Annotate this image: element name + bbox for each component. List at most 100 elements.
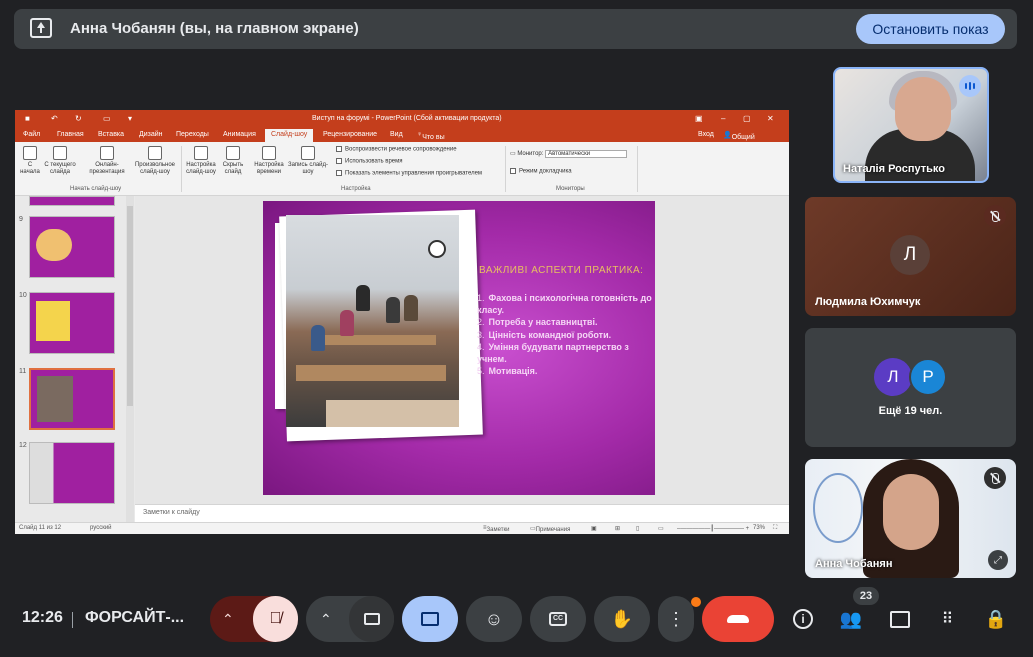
meeting-info-button[interactable]: i bbox=[787, 603, 819, 635]
tab-slideshow[interactable]: Слайд-шоу bbox=[265, 129, 314, 142]
group-setup-label: Настройка bbox=[341, 186, 371, 192]
monitor-select[interactable]: ▭ Монитор: Автоматически bbox=[510, 150, 628, 158]
save-icon[interactable]: ■ bbox=[25, 114, 30, 123]
chevron-up-icon[interactable]: ⌃ bbox=[320, 611, 332, 628]
notification-dot bbox=[691, 597, 701, 607]
hand-icon: ✋ bbox=[610, 608, 634, 629]
show-controls-label: Показать элементы управления проигрывате… bbox=[345, 170, 483, 177]
camera-button[interactable] bbox=[349, 596, 394, 642]
slide-thumbnail-selected[interactable] bbox=[29, 368, 115, 430]
raise-hand-button[interactable]: ✋ bbox=[594, 596, 650, 642]
minimize-icon[interactable]: – bbox=[721, 114, 725, 123]
present-button[interactable] bbox=[402, 596, 458, 642]
participant-video bbox=[883, 474, 939, 550]
thumbnail-number: 10 bbox=[19, 292, 27, 299]
record-show-button[interactable]: Запись слайд-шоу bbox=[287, 146, 329, 176]
list-item: 2. Потреба у наставництві. bbox=[477, 317, 652, 329]
customize-icon[interactable]: ▾ bbox=[128, 114, 132, 123]
leave-call-button[interactable] bbox=[702, 596, 774, 642]
meeting-name[interactable]: ФОРСАЙТ-... bbox=[85, 609, 184, 627]
online-present-icon bbox=[100, 146, 114, 160]
from-start-button[interactable]: С начала bbox=[19, 146, 41, 176]
shared-screen-powerpoint: ■ ↶ ↻ ▭ ▾ Виступ на форумі - PowerPoint … bbox=[15, 110, 789, 534]
maximize-icon[interactable]: ▢ bbox=[743, 114, 751, 123]
tab-view[interactable]: Вид bbox=[390, 131, 403, 138]
tab-review[interactable]: Рецензирование bbox=[323, 131, 377, 138]
redo-icon[interactable]: ↻ bbox=[75, 114, 82, 123]
fit-slide-icon[interactable]: ⛶ bbox=[773, 525, 777, 532]
play-narration-checkbox[interactable]: Воспроизвести речевое сопровождение bbox=[336, 146, 457, 153]
rehearse-timings-button[interactable]: Настройка времени bbox=[251, 146, 287, 176]
ribbon-options-icon[interactable]: ▣ bbox=[695, 114, 703, 123]
show-controls-checkbox[interactable]: Показать элементы управления проигрывате… bbox=[336, 170, 482, 177]
tab-animation[interactable]: Анимация bbox=[223, 131, 256, 138]
custom-show-button[interactable]: Произвольное слайд-шоу bbox=[130, 146, 180, 176]
presenting-title: Анна Чобанян (вы, на главном экране) bbox=[70, 20, 359, 37]
more-participants-tile[interactable]: Л Р Ещё 19 чел. bbox=[805, 328, 1016, 447]
camera-icon bbox=[363, 613, 380, 625]
tab-transitions[interactable]: Переходы bbox=[176, 131, 209, 138]
undo-icon[interactable]: ↶ bbox=[51, 114, 58, 123]
captions-button[interactable]: CC bbox=[530, 596, 586, 642]
slide-canvas: ВАЖЛИВІ АСПЕКТИ ПРАКТИКА: 1. Фахова і пси… bbox=[135, 196, 789, 504]
thumbnails-scrollbar[interactable] bbox=[126, 196, 134, 522]
activities-button[interactable]: ⠿ bbox=[932, 603, 964, 635]
slide-thumbnail[interactable] bbox=[29, 216, 115, 278]
participant-tile-speaking[interactable]: Наталія Роспутько bbox=[833, 67, 989, 183]
normal-view-icon[interactable]: ▣ bbox=[591, 525, 597, 532]
tell-me-search[interactable]: ♀ Что вы хотите сделать? bbox=[417, 131, 452, 155]
current-slide[interactable]: ВАЖЛИВІ АСПЕКТИ ПРАКТИКА: 1. Фахова і пси… bbox=[263, 201, 655, 495]
slide-thumbnail[interactable] bbox=[29, 292, 115, 354]
list-text: Уміння будувати партнерство з учнем. bbox=[477, 342, 629, 364]
participant-name: Наталія Роспутько bbox=[843, 163, 945, 175]
notes-label: Заметки bbox=[486, 527, 510, 533]
hide-slide-button[interactable]: Скрыть слайд bbox=[221, 146, 245, 176]
tile-options-icon[interactable]: ⤢ bbox=[988, 550, 1008, 570]
slideshow-view-icon[interactable]: ▭ bbox=[658, 525, 664, 532]
list-number: 2. bbox=[477, 317, 485, 327]
presenter-view-checkbox[interactable]: Режим докладчика bbox=[510, 168, 572, 175]
reading-view-icon[interactable]: ▯ bbox=[636, 525, 639, 532]
start-show-icon[interactable]: ▭ bbox=[103, 114, 111, 123]
scroll-thumb[interactable] bbox=[127, 206, 133, 406]
close-icon[interactable]: ✕ bbox=[767, 114, 774, 123]
share-button[interactable]: 👤 Общий доступ bbox=[723, 131, 755, 148]
mic-off-icon bbox=[984, 467, 1006, 489]
reactions-button[interactable]: ☺ bbox=[466, 596, 522, 642]
tab-file[interactable]: Файл bbox=[23, 131, 40, 138]
slide-thumbnail[interactable] bbox=[29, 442, 115, 504]
participant-tile[interactable]: Л Людмила Юхимчук bbox=[805, 197, 1016, 316]
use-timings-checkbox[interactable]: Использовать время bbox=[336, 158, 403, 165]
slide-notes-field[interactable]: Заметки к слайду bbox=[135, 504, 789, 522]
zoom-level[interactable]: 73% bbox=[753, 525, 765, 531]
host-controls-button[interactable]: 🔒 bbox=[980, 603, 1012, 635]
from-current-button[interactable]: С текущего слайда bbox=[43, 146, 77, 176]
chat-button[interactable] bbox=[884, 603, 916, 635]
stop-presenting-button[interactable]: Остановить показ bbox=[856, 14, 1005, 44]
sorter-view-icon[interactable]: ⊞ bbox=[615, 525, 620, 532]
tab-insert[interactable]: Вставка bbox=[98, 131, 124, 138]
sign-in-link[interactable]: Вход bbox=[698, 131, 714, 138]
info-icon: i bbox=[793, 609, 813, 629]
group-start-label: Начать слайд-шоу bbox=[70, 186, 122, 192]
thumb-photo bbox=[37, 376, 73, 422]
tab-design[interactable]: Дизайн bbox=[139, 131, 163, 138]
hangup-icon bbox=[727, 615, 749, 623]
mic-off-button[interactable]: 🎙̸ bbox=[253, 596, 298, 642]
tab-home[interactable]: Главная bbox=[57, 131, 84, 138]
chevron-up-icon[interactable]: ⌃ bbox=[222, 611, 234, 628]
more-participants-count: Ещё 19 чел. bbox=[878, 405, 943, 417]
list-text: Мотивація. bbox=[488, 366, 538, 376]
setup-show-button[interactable]: Настройка слайд-шоу bbox=[183, 146, 219, 176]
more-options-button[interactable]: ⋮ bbox=[658, 596, 694, 642]
notes-toggle[interactable]: ≡ Заметки bbox=[483, 525, 509, 533]
people-button[interactable]: 👥 bbox=[835, 603, 867, 635]
play-narration-label: Воспроизвести речевое сопровождение bbox=[345, 146, 457, 153]
online-presentation-button[interactable]: Онлайн-презентация bbox=[85, 146, 129, 176]
participant-tile-self[interactable]: ⤢ Анна Чобанян bbox=[805, 459, 1016, 578]
comments-toggle[interactable]: ▭ Примечания bbox=[530, 525, 570, 533]
language[interactable]: русский bbox=[90, 525, 112, 531]
zoom-slider[interactable]: –—————┃————— + bbox=[677, 525, 749, 532]
slide-thumbnail[interactable] bbox=[29, 196, 115, 206]
ppt-window-title: Виступ на форумі - PowerPoint (Сбой акти… bbox=[312, 115, 502, 122]
